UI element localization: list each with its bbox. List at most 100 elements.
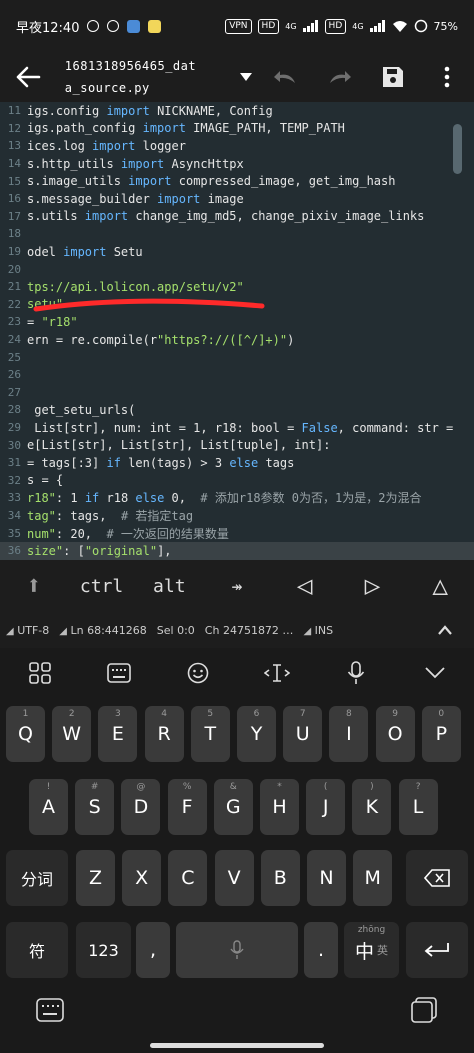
cursor-position-status[interactable]: ◢ Ln 68:441268 — [59, 624, 147, 637]
line-number: 16 — [7, 192, 21, 206]
redo-button[interactable] — [312, 52, 366, 102]
code-line[interactable]: 18 — [0, 225, 474, 243]
code-line[interactable]: 13 ices.log import logger — [0, 137, 474, 155]
key-r[interactable]: 4R — [144, 706, 184, 762]
file-tab[interactable]: 1681318956465_dat a_source.py — [57, 52, 233, 102]
clipboard-icon — [411, 997, 437, 1023]
key-k[interactable]: ) K — [352, 779, 392, 835]
comma-key[interactable]: , — [136, 922, 170, 978]
key-p[interactable]: 0P — [421, 706, 461, 762]
emoji-button[interactable] — [158, 648, 237, 698]
key-label: O — [387, 723, 403, 745]
key-q[interactable]: 1Q — [6, 706, 45, 762]
key-l[interactable]: ? L — [398, 779, 438, 835]
code-line[interactable]: 24 ern = re.compile(r"https?://([^/]+)") — [0, 331, 474, 349]
segment-words-key[interactable]: 分词 — [6, 850, 68, 906]
key-hint: 3 — [115, 709, 121, 719]
line-code: s.http_utils import AsyncHttpx — [24, 157, 244, 171]
key-s[interactable]: # S — [75, 779, 115, 835]
voice-input-button[interactable] — [316, 648, 395, 698]
key-w[interactable]: 2W — [52, 706, 92, 762]
cursor-control-button[interactable] — [237, 648, 316, 698]
key-t[interactable]: 5T — [190, 706, 230, 762]
code-line[interactable]: 31 = tags[:3] if len(tags) > 3 else tags — [0, 454, 474, 472]
key-b[interactable]: B — [260, 850, 300, 906]
save-button[interactable] — [366, 52, 420, 102]
code-line[interactable]: 19 odel import Setu — [0, 243, 474, 261]
more-options-button[interactable] — [420, 52, 474, 102]
key-n[interactable]: N — [307, 850, 346, 906]
chevron-up-icon[interactable] — [438, 625, 452, 635]
encoding-status[interactable]: ◢ UTF-8 — [6, 624, 49, 637]
cursor-right-key[interactable]: ▷ — [339, 560, 407, 612]
code-line[interactable]: 23 = "r18" — [0, 313, 474, 331]
key-j[interactable]: (J — [306, 779, 346, 835]
code-token: Setu — [106, 244, 143, 259]
key-o[interactable]: 9O — [375, 706, 415, 762]
key-u[interactable]: 7U — [283, 706, 323, 762]
home-indicator[interactable] — [150, 1043, 324, 1048]
code-line[interactable]: 27 — [0, 384, 474, 402]
tab-key[interactable]: ↠ — [203, 560, 271, 612]
hide-keyboard-button[interactable] — [395, 648, 474, 698]
key-a[interactable]: ! A — [29, 779, 68, 835]
key-g[interactable]: & G — [213, 779, 253, 835]
code-line[interactable]: 34 tag": tags, # 若指定tag — [0, 507, 474, 525]
key-y[interactable]: 6Y — [237, 706, 276, 762]
apps-button[interactable] — [0, 648, 79, 698]
cursor-left-key[interactable]: ◁ — [271, 560, 339, 612]
key-h[interactable]: * H — [260, 779, 299, 835]
numbers-key[interactable]: 123 — [76, 922, 131, 978]
code-line[interactable]: 15 s.image_utils import compressed_image,… — [0, 172, 474, 190]
key-label: A — [42, 796, 55, 818]
code-token: : 20, — [55, 526, 107, 541]
code-line[interactable]: 28 get_setu_urls( — [0, 401, 474, 419]
undo-button[interactable] — [259, 52, 313, 102]
code-line[interactable]: 33 r18": 1 if r18 else 0, # 添加r18参数 0为否，1… — [0, 489, 474, 507]
backspace-key[interactable] — [406, 850, 468, 906]
line-code: ern = re.compile(r"https?://([^/]+)") — [24, 333, 294, 347]
space-key[interactable] — [176, 922, 298, 978]
insert-mode-status[interactable]: ◢ INS — [303, 624, 333, 637]
period-key[interactable]: . — [304, 922, 338, 978]
code-line[interactable]: 35 num": 20, # 一次返回的结果数量 — [0, 524, 474, 542]
key-e[interactable]: 3E — [98, 706, 138, 762]
key-m[interactable]: M — [353, 850, 393, 906]
code-line[interactable]: 12 igs.path_config import IMAGE_PATH, TEM… — [0, 120, 474, 138]
editor-scrollbar[interactable] — [453, 124, 462, 174]
key-v[interactable]: V — [214, 850, 254, 906]
clipboard-button[interactable] — [410, 996, 438, 1028]
key-z[interactable]: Z — [76, 850, 115, 906]
code-line[interactable]: 30 e[List[str], List[str], List[tuple], i… — [0, 436, 474, 454]
code-line[interactable]: 32 s = { — [0, 472, 474, 490]
key-c[interactable]: C — [168, 850, 208, 906]
shift-key[interactable]: ⬆ — [0, 560, 68, 612]
enter-key[interactable] — [406, 922, 468, 978]
cursor-up-key[interactable]: △ — [406, 560, 474, 612]
language-switch-key[interactable]: zhōng 中英 — [344, 922, 399, 978]
keyboard-layout-button[interactable] — [79, 648, 158, 698]
code-line[interactable]: 22 setu" — [0, 296, 474, 314]
back-button[interactable] — [0, 52, 57, 102]
code-line[interactable]: 16 s.message_builder import image — [0, 190, 474, 208]
ctrl-key[interactable]: ctrl — [68, 560, 136, 612]
key-i[interactable]: 8I — [329, 706, 369, 762]
key-d[interactable]: @ D — [121, 779, 161, 835]
code-editor[interactable]: 11 igs.config import NICKNAME, Config 12 ig… — [0, 102, 474, 560]
file-dropdown-button[interactable] — [233, 52, 258, 102]
alt-key[interactable]: alt — [135, 560, 203, 612]
code-line[interactable]: 25 — [0, 348, 474, 366]
symbols-key[interactable]: 符 — [6, 922, 68, 978]
code-line[interactable]: 11 igs.config import NICKNAME, Config — [0, 102, 474, 120]
code-line[interactable]: 26 — [0, 366, 474, 384]
code-line[interactable]: 20 — [0, 260, 474, 278]
code-line[interactable]: 36 size": ["original"], — [0, 542, 474, 560]
key-label: B — [273, 867, 287, 889]
code-line[interactable]: 17 s.utils import change_img_md5, change_… — [0, 208, 474, 226]
code-line[interactable]: 21 tps://api.lolicon.app/setu/v2" — [0, 278, 474, 296]
code-line[interactable]: 29 List[str], num: int = 1, r18: bool = … — [0, 419, 474, 437]
switch-keyboard-button[interactable] — [36, 998, 64, 1026]
code-line[interactable]: 14 s.http_utils import AsyncHttpx — [0, 155, 474, 173]
key-x[interactable]: X — [122, 850, 162, 906]
key-f[interactable]: % F — [167, 779, 207, 835]
